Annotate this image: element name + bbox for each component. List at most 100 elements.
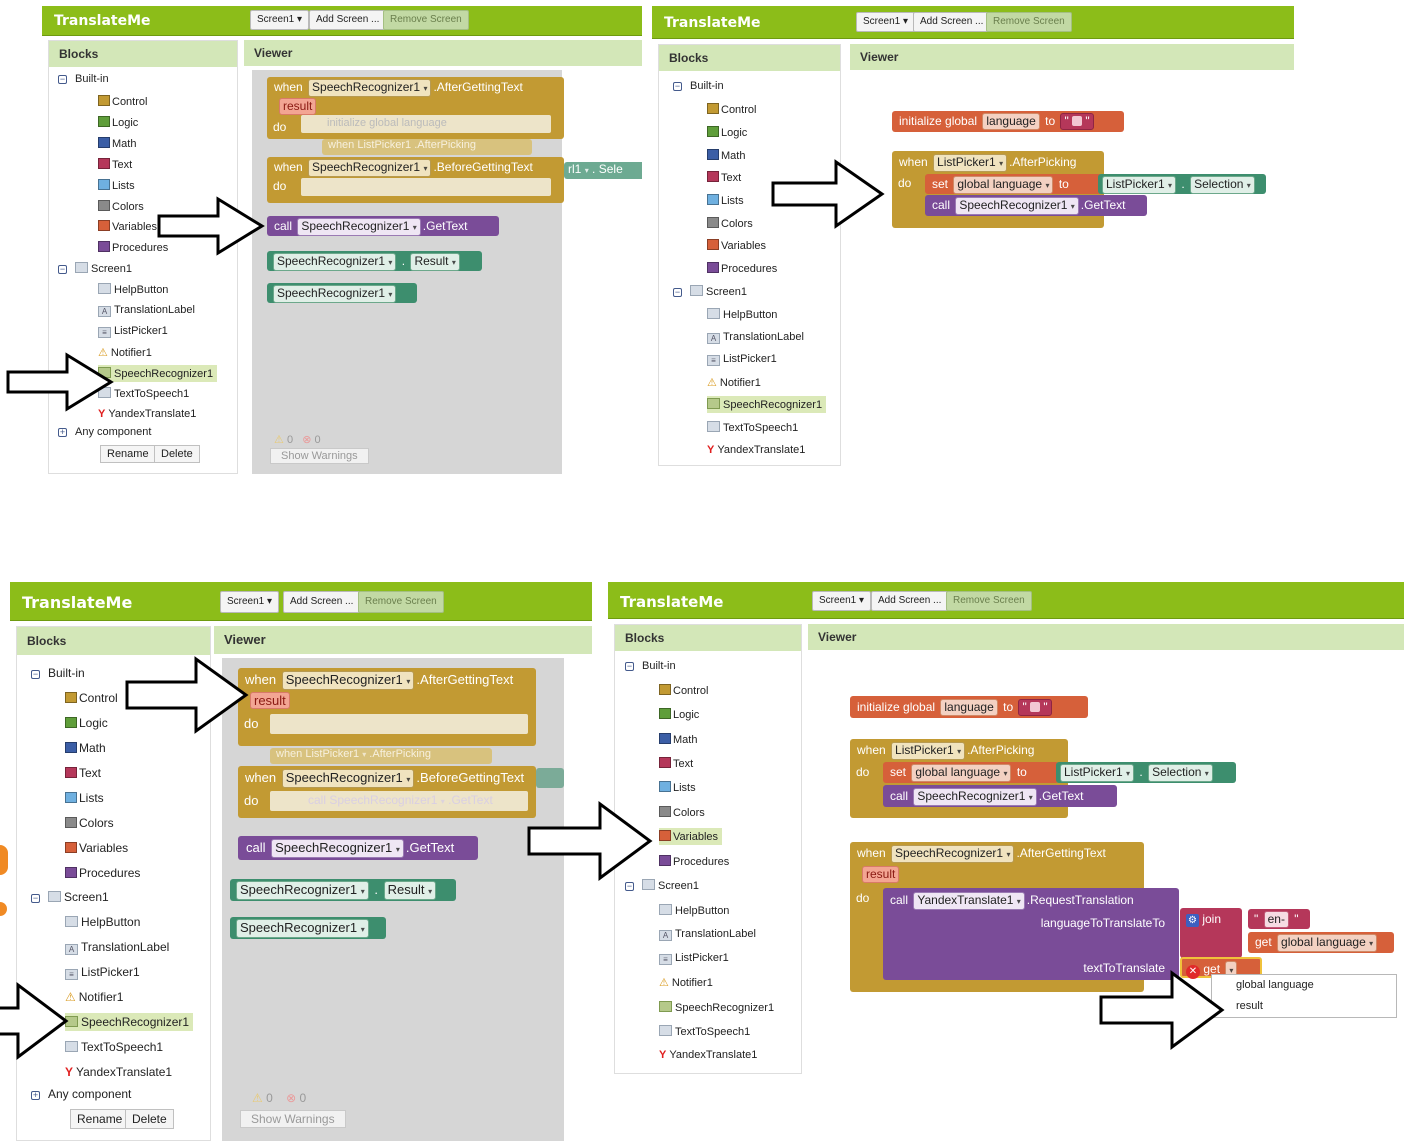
tree-yandextranslate1[interactable]: Y YandexTranslate1: [659, 1049, 757, 1061]
tree-speechrecognizer1[interactable]: SpeechRecognizer1: [98, 365, 218, 382]
set-global-language-block[interactable]: set global language ▾ to: [883, 762, 1059, 783]
tree-helpbutton[interactable]: HelpButton: [659, 904, 729, 917]
do-slot[interactable]: [270, 714, 528, 734]
when-before-getting-text-block[interactable]: when SpeechRecognizer1 ▾ .BeforeGettingTe…: [238, 766, 536, 818]
tree-built-in[interactable]: − Built-in: [58, 73, 109, 85]
text-en-block[interactable]: " en- ": [1248, 909, 1310, 929]
tree-screen1[interactable]: − Screen1: [31, 890, 109, 904]
tree-math[interactable]: Math: [98, 137, 136, 150]
collapse-icon[interactable]: −: [58, 265, 67, 274]
screen-select[interactable]: Screen1 ▾: [812, 591, 872, 611]
tree-control[interactable]: Control: [707, 103, 756, 116]
gear-icon[interactable]: ⚙: [1186, 914, 1199, 927]
tree-text[interactable]: Text: [65, 766, 101, 780]
tree-control[interactable]: Control: [659, 684, 708, 697]
add-screen-button[interactable]: Add Screen ...: [871, 591, 949, 611]
screen-select[interactable]: Screen1 ▾: [250, 10, 310, 30]
add-screen-button[interactable]: Add Screen ...: [309, 10, 387, 30]
tree-speechrecognizer1[interactable]: SpeechRecognizer1: [65, 1013, 194, 1031]
remove-screen-button[interactable]: Remove Screen: [986, 12, 1072, 32]
tree-control[interactable]: Control: [98, 95, 147, 108]
tree-notifier1[interactable]: ⚠ Notifier1: [65, 990, 123, 1004]
initialize-global-block[interactable]: initialize global language to " ": [850, 696, 1088, 718]
tree-procedures[interactable]: Procedures: [707, 262, 777, 275]
expand-icon[interactable]: +: [58, 428, 67, 437]
tree-notifier1[interactable]: ⚠ Notifier1: [707, 376, 761, 389]
remove-screen-button[interactable]: Remove Screen: [358, 591, 444, 613]
tree-lists[interactable]: Lists: [65, 791, 104, 805]
call-get-text-block[interactable]: call SpeechRecognizer1 ▾ .GetText: [267, 216, 499, 236]
join-block[interactable]: ⚙ join: [1180, 908, 1242, 958]
tree-translationlabel[interactable]: A TranslationLabel: [65, 940, 169, 955]
tree-text[interactable]: Text: [98, 158, 132, 171]
collapse-icon[interactable]: −: [625, 662, 634, 671]
tree-logic[interactable]: Logic: [659, 708, 699, 721]
tree-screen1[interactable]: − Screen1: [673, 285, 747, 298]
collapse-icon[interactable]: −: [673, 288, 682, 297]
collapse-icon[interactable]: −: [673, 82, 682, 91]
result-param[interactable]: result: [279, 98, 317, 115]
tree-helpbutton[interactable]: HelpButton: [65, 915, 140, 929]
when-after-getting-text-block[interactable]: when SpeechRecognizer1 ▾ .AfterGettingTex…: [238, 668, 536, 746]
tree-control[interactable]: Control: [65, 691, 118, 705]
collapse-icon[interactable]: −: [31, 894, 40, 903]
tree-speechrecognizer1[interactable]: SpeechRecognizer1: [659, 1001, 774, 1014]
tree-yandextranslate1[interactable]: Y YandexTranslate1: [707, 444, 805, 456]
delete-button[interactable]: Delete: [125, 1109, 174, 1129]
tree-math[interactable]: Math: [707, 149, 745, 162]
tree-procedures[interactable]: Procedures: [659, 855, 729, 868]
rename-button[interactable]: Rename: [100, 445, 156, 463]
tree-any-component[interactable]: + Any component: [31, 1087, 131, 1101]
tree-notifier1[interactable]: ⚠ Notifier1: [659, 976, 713, 989]
collapse-icon[interactable]: −: [625, 882, 634, 891]
tree-colors[interactable]: Colors: [65, 816, 114, 830]
tree-math[interactable]: Math: [659, 733, 697, 746]
tree-helpbutton[interactable]: HelpButton: [707, 308, 777, 321]
menu-item-global-language[interactable]: global language: [1236, 979, 1314, 991]
tree-translationlabel[interactable]: A TranslationLabel: [707, 331, 804, 344]
tree-texttospeech1[interactable]: TextToSpeech1: [707, 421, 798, 434]
delete-button[interactable]: Delete: [154, 445, 200, 463]
expand-icon[interactable]: +: [31, 1091, 40, 1100]
tree-procedures[interactable]: Procedures: [65, 866, 140, 880]
screen-select[interactable]: Screen1 ▾: [856, 12, 916, 32]
tree-built-in[interactable]: − Built-in: [673, 80, 724, 92]
tree-any-component[interactable]: + Any component: [58, 426, 151, 438]
tree-lists[interactable]: Lists: [659, 781, 696, 794]
when-before-getting-text-block[interactable]: when SpeechRecognizer1 ▾ .BeforeGettingTe…: [267, 157, 564, 203]
collapse-icon[interactable]: −: [31, 670, 40, 679]
tree-logic[interactable]: Logic: [65, 716, 108, 730]
tree-logic[interactable]: Logic: [707, 126, 747, 139]
show-warnings-button[interactable]: Show Warnings: [270, 448, 369, 464]
tree-speechrecognizer1[interactable]: SpeechRecognizer1: [707, 396, 827, 413]
tree-listpicker1[interactable]: ≡ ListPicker1: [659, 952, 729, 965]
call-get-text-block[interactable]: call SpeechRecognizer1 ▾ .GetText: [238, 836, 478, 860]
collapse-icon[interactable]: −: [58, 75, 67, 84]
listpicker-selection-block[interactable]: ListPicker1 ▾ . Selection ▾: [1098, 174, 1266, 194]
tree-variables[interactable]: Variables: [65, 841, 128, 855]
call-get-text-block[interactable]: call SpeechRecognizer1 ▾ .GetText: [883, 785, 1117, 807]
listpicker-selection-block[interactable]: ListPicker1 ▾ . Selection ▾: [1056, 762, 1236, 783]
speech-component-block[interactable]: SpeechRecognizer1 ▾: [267, 283, 417, 303]
tree-translationlabel[interactable]: A TranslationLabel: [659, 928, 756, 941]
tree-translationlabel[interactable]: A TranslationLabel: [98, 304, 195, 317]
tree-text[interactable]: Text: [659, 757, 693, 770]
rename-button[interactable]: Rename: [70, 1109, 130, 1129]
menu-item-result[interactable]: result: [1236, 1000, 1263, 1012]
result-param[interactable]: result: [250, 692, 290, 709]
screen-select[interactable]: Screen1 ▾: [220, 591, 280, 613]
tree-listpicker1[interactable]: ≡ ListPicker1: [98, 325, 168, 338]
tree-variables[interactable]: Variables: [659, 828, 723, 845]
tree-helpbutton[interactable]: HelpButton: [98, 283, 168, 296]
call-request-translation-block[interactable]: call YandexTranslate1 ▾ .RequestTranslati…: [883, 888, 1179, 980]
get-global-language-block[interactable]: get global language ▾: [1248, 932, 1394, 953]
tree-logic[interactable]: Logic: [98, 116, 138, 129]
tree-variables[interactable]: Variables: [98, 220, 157, 233]
tree-lists[interactable]: Lists: [98, 179, 135, 192]
tree-colors[interactable]: Colors: [707, 217, 753, 230]
tree-texttospeech1[interactable]: TextToSpeech1: [65, 1040, 163, 1054]
add-screen-button[interactable]: Add Screen ...: [913, 12, 991, 32]
tree-math[interactable]: Math: [65, 741, 106, 755]
initialize-global-block[interactable]: initialize global language to " ": [892, 111, 1124, 132]
empty-text-block[interactable]: " ": [1060, 113, 1094, 130]
